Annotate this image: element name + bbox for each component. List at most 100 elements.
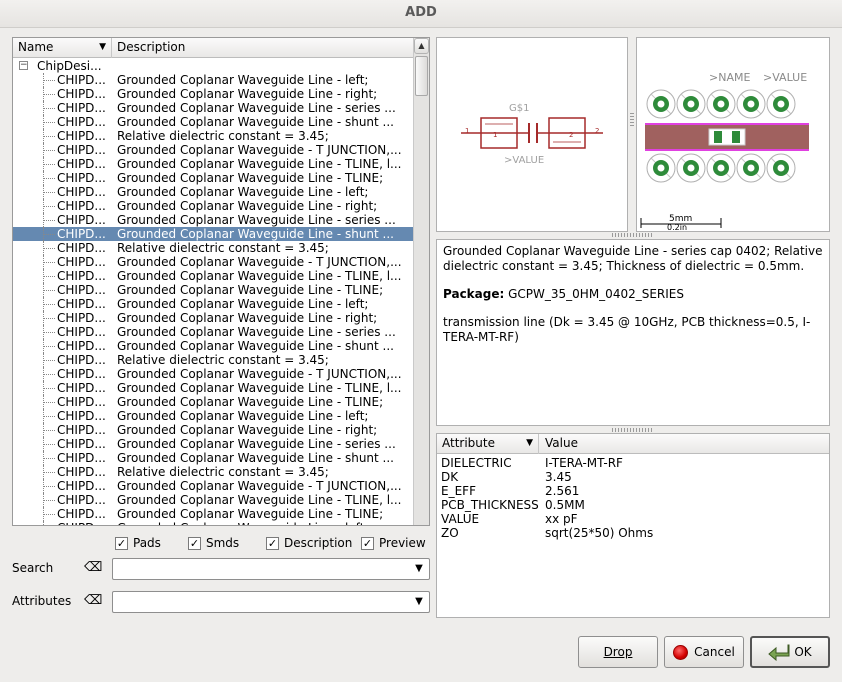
attribute-row[interactable]: PCB_THICKNESS 0.5MM xyxy=(437,498,829,512)
attribute-key: DIELECTRIC xyxy=(441,456,512,470)
tree-branch xyxy=(43,360,55,361)
tree-row[interactable]: CHIPD... Grounded Coplanar Waveguide Line… xyxy=(13,227,413,241)
attribute-row[interactable]: DK 3.45 xyxy=(437,470,829,484)
chevron-down-icon[interactable]: ▼ xyxy=(413,595,425,609)
tree-branch xyxy=(43,234,55,235)
tree-row[interactable]: CHIPD... Grounded Coplanar Waveguide Line… xyxy=(13,101,413,115)
tree-row-description: Grounded Coplanar Waveguide Line - TLINE… xyxy=(117,157,402,171)
drop-button[interactable]: Drop xyxy=(578,636,658,668)
tree-branch xyxy=(43,108,55,109)
tree-row[interactable]: CHIPD... Relative dielectric constant = 3… xyxy=(13,353,413,367)
tree-row[interactable]: CHIPD... Grounded Coplanar Waveguide Line… xyxy=(13,423,413,437)
preview-info-splitter[interactable] xyxy=(612,233,652,237)
tree-row[interactable]: CHIPD... Grounded Coplanar Waveguide Line… xyxy=(13,409,413,423)
tree-row[interactable]: CHIPD... Grounded Coplanar Waveguide - T … xyxy=(13,255,413,269)
tree-row[interactable]: CHIPD... Grounded Coplanar Waveguide Line… xyxy=(13,283,413,297)
tree-branch xyxy=(43,206,55,207)
tree-row-name: CHIPD... xyxy=(57,269,106,283)
tree-row[interactable]: CHIPD... Grounded Coplanar Waveguide Line… xyxy=(13,73,413,87)
tree-row[interactable]: CHIPD... Grounded Coplanar Waveguide Line… xyxy=(13,157,413,171)
tree-branch xyxy=(43,80,55,81)
clear-search-icon[interactable]: ⌫ xyxy=(84,561,102,575)
collapse-icon[interactable]: − xyxy=(19,61,28,70)
chevron-down-icon[interactable]: ▼ xyxy=(413,562,425,576)
window-title: ADD xyxy=(0,0,842,28)
search-input[interactable]: ▼ xyxy=(112,558,430,580)
package-drawing: >NAME >VALUE 5mm 0.2in xyxy=(640,71,809,232)
tree-row-name: CHIPD... xyxy=(57,423,106,437)
tree-row[interactable]: CHIPD... Grounded Coplanar Waveguide Line… xyxy=(13,507,413,521)
tree-row[interactable]: CHIPD... Grounded Coplanar Waveguide Line… xyxy=(13,325,413,339)
attribute-row[interactable]: DIELECTRIC I-TERA-MT-RF xyxy=(437,456,829,470)
tree-row[interactable]: CHIPD... Grounded Coplanar Waveguide - T … xyxy=(13,479,413,493)
column-name-label: Name xyxy=(18,40,54,54)
tree-row-name: CHIPD... xyxy=(57,143,106,157)
tree-row[interactable]: CHIPD... Grounded Coplanar Waveguide Line… xyxy=(13,185,413,199)
tree-row[interactable]: CHIPD... Grounded Coplanar Waveguide Line… xyxy=(13,199,413,213)
column-header-name[interactable]: Name ▼ xyxy=(13,38,112,58)
tree-row-description: Grounded Coplanar Waveguide Line - shunt… xyxy=(117,115,394,129)
tree-root-item[interactable]: − ChipDesi... xyxy=(13,59,413,73)
attributes-input[interactable]: ▼ xyxy=(112,591,430,613)
tree-branch xyxy=(43,122,55,123)
scroll-thumb[interactable] xyxy=(415,56,428,96)
smds-checkbox[interactable]: ✓ Smds xyxy=(188,535,239,551)
attribute-key: VALUE xyxy=(441,512,480,526)
tree-row-description: Grounded Coplanar Waveguide Line - left; xyxy=(117,297,369,311)
info-attrs-splitter[interactable] xyxy=(612,428,652,432)
tree-row[interactable]: CHIPD... Grounded Coplanar Waveguide Line… xyxy=(13,213,413,227)
tree-branch xyxy=(43,276,55,277)
tree-row[interactable]: CHIPD... Grounded Coplanar Waveguide Line… xyxy=(13,115,413,129)
tree-branch xyxy=(43,290,55,291)
cancel-button-label: Cancel xyxy=(694,645,735,659)
pads-checkbox[interactable]: ✓ Pads xyxy=(115,535,161,551)
tree-row-name: CHIPD... xyxy=(57,437,106,451)
tree-row[interactable]: CHIPD... Relative dielectric constant = 3… xyxy=(13,465,413,479)
tree-row[interactable]: CHIPD... Grounded Coplanar Waveguide Line… xyxy=(13,297,413,311)
cancel-button[interactable]: Cancel xyxy=(664,636,744,668)
tree-row-description: Grounded Coplanar Waveguide - T JUNCTION… xyxy=(117,255,402,269)
tree-row[interactable]: CHIPD... Grounded Coplanar Waveguide Line… xyxy=(13,311,413,325)
tree-row[interactable]: CHIPD... Grounded Coplanar Waveguide Line… xyxy=(13,395,413,409)
library-tree[interactable]: Name ▼ Description − ChipDesi... CHIPD..… xyxy=(12,37,430,526)
tree-row-description: Grounded Coplanar Waveguide Line - TLINE… xyxy=(117,493,402,507)
tree-row-name: CHIPD... xyxy=(57,255,106,269)
tree-row[interactable]: CHIPD... Grounded Coplanar Waveguide Line… xyxy=(13,451,413,465)
column-header-value[interactable]: Value xyxy=(539,434,829,454)
tree-row-description: Grounded Coplanar Waveguide Line - left; xyxy=(117,521,409,525)
tree-row[interactable]: CHIPD... Grounded Coplanar Waveguide Line… xyxy=(13,381,413,395)
attribute-row[interactable]: E_EFF 2.561 xyxy=(437,484,829,498)
tree-row-description: Grounded Coplanar Waveguide Line - right… xyxy=(117,423,378,437)
tree-row-description: Grounded Coplanar Waveguide Line - shunt… xyxy=(117,451,394,465)
clear-attributes-icon[interactable]: ⌫ xyxy=(84,594,102,608)
tree-row[interactable]: CHIPD... Grounded Coplanar Waveguide - T … xyxy=(13,143,413,157)
tree-row-name: CHIPD... xyxy=(57,199,106,213)
tree-row[interactable]: CHIPD... Grounded Coplanar Waveguide Line… xyxy=(13,493,413,507)
tree-row[interactable]: CHIPD... Grounded Coplanar Waveguide Line… xyxy=(13,269,413,283)
via-hole xyxy=(717,100,725,108)
attribute-rows: DIELECTRIC I-TERA-MT-RF DK 3.45 E_EFF 2.561 PC… xyxy=(437,456,829,540)
tree-row[interactable]: CHIPD... Relative dielectric constant = 3… xyxy=(13,129,413,143)
tree-row[interactable]: CHIPD... Relative dielectric constant = 3… xyxy=(13,241,413,255)
ok-button[interactable]: OK xyxy=(750,636,830,668)
tree-row-name: CHIPD... xyxy=(57,325,106,339)
preview-checkbox[interactable]: ✓ Preview xyxy=(361,535,426,551)
tree-row[interactable]: CHIPD... Grounded Coplanar Waveguide Line… xyxy=(13,437,413,451)
tree-row[interactable]: CHIPD... Grounded Coplanar Waveguide Line… xyxy=(13,87,413,101)
tree-branch xyxy=(43,472,55,473)
tree-row[interactable]: CHIPD... Grounded Coplanar Waveguide Line… xyxy=(13,339,413,353)
tree-branch xyxy=(43,388,55,389)
column-header-description[interactable]: Description xyxy=(112,38,413,58)
description-checkbox[interactable]: ✓ Description xyxy=(266,535,352,551)
tree-row-name: CHIPD... xyxy=(57,227,106,241)
attribute-row[interactable]: VALUE xx pF xyxy=(437,512,829,526)
preview-splitter[interactable] xyxy=(630,112,634,126)
tree-row[interactable]: CHIPD... Grounded Coplanar Waveguide Line… xyxy=(13,521,413,525)
description-label: Description xyxy=(284,535,353,550)
attribute-row[interactable]: ZO sqrt(25*50) Ohms xyxy=(437,526,829,540)
tree-scrollbar[interactable]: ▲ ▼ xyxy=(413,38,429,525)
column-header-attribute[interactable]: Attribute ▼ xyxy=(437,434,539,454)
tree-row[interactable]: CHIPD... Grounded Coplanar Waveguide Line… xyxy=(13,171,413,185)
tree-row[interactable]: CHIPD... Grounded Coplanar Waveguide - T … xyxy=(13,367,413,381)
scroll-up-icon[interactable]: ▲ xyxy=(414,38,429,54)
